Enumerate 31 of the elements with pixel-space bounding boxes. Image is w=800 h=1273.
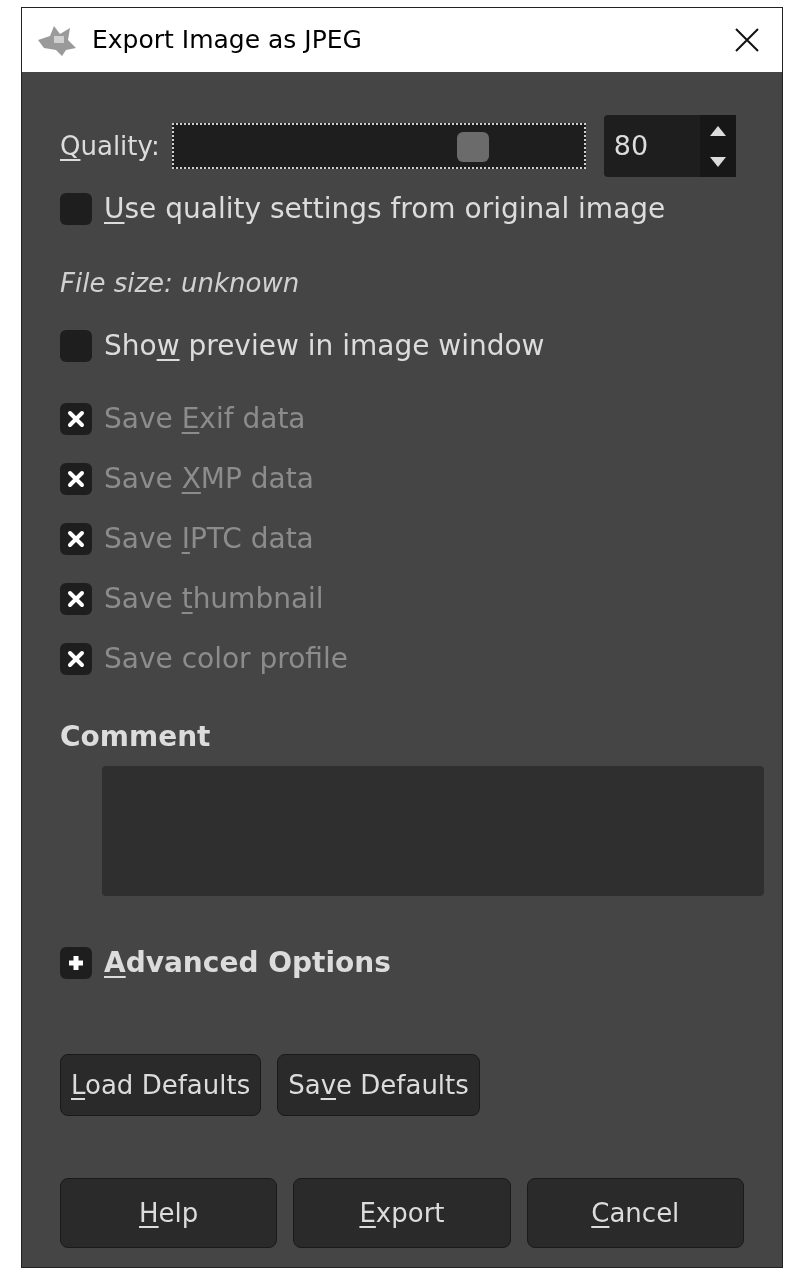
checkbox-label: Save thumbnail bbox=[104, 581, 324, 617]
quality-label: Quality: bbox=[60, 129, 160, 163]
check-cross-icon bbox=[67, 590, 85, 608]
file-size-label: File size: unknown bbox=[60, 267, 301, 300]
dialog-button[interactable]: Cancel bbox=[526, 1178, 744, 1248]
checkbox-label: Save IPTC data bbox=[104, 521, 314, 557]
dialog-button[interactable]: Help bbox=[60, 1178, 278, 1248]
quality-spinbox[interactable]: 80 bbox=[603, 115, 736, 177]
check-cross-icon bbox=[67, 470, 85, 488]
check-cross-icon bbox=[67, 650, 85, 668]
expand-icon[interactable] bbox=[60, 947, 92, 979]
checkbox[interactable] bbox=[60, 330, 92, 362]
close-icon[interactable] bbox=[734, 27, 760, 53]
quality-slider[interactable] bbox=[171, 123, 586, 169]
dialog-button[interactable]: Export bbox=[293, 1178, 511, 1248]
advanced-options-expander[interactable]: Advanced Options bbox=[104, 942, 391, 984]
check-cross-icon bbox=[67, 410, 85, 428]
checkbox-label: Use quality settings from original image bbox=[104, 191, 666, 227]
slider-thumb[interactable] bbox=[457, 132, 490, 162]
defaults-button[interactable]: Save Defaults bbox=[277, 1054, 480, 1116]
checkbox-label: Save color profile bbox=[104, 641, 348, 677]
increment-arrow-icon[interactable] bbox=[709, 125, 726, 136]
check-cross-icon bbox=[67, 530, 85, 548]
checkbox[interactable] bbox=[60, 193, 92, 225]
checkbox-label: Show preview in image window bbox=[104, 328, 545, 364]
window-title: Export Image as JPEG bbox=[92, 24, 363, 57]
checkbox-label: Save Exif data bbox=[104, 401, 306, 437]
checkbox-label: Save XMP data bbox=[104, 461, 314, 497]
comment-label: Comment bbox=[60, 719, 212, 755]
decrement-arrow-icon[interactable] bbox=[709, 156, 726, 167]
defaults-button[interactable]: Load Defaults bbox=[60, 1054, 262, 1116]
